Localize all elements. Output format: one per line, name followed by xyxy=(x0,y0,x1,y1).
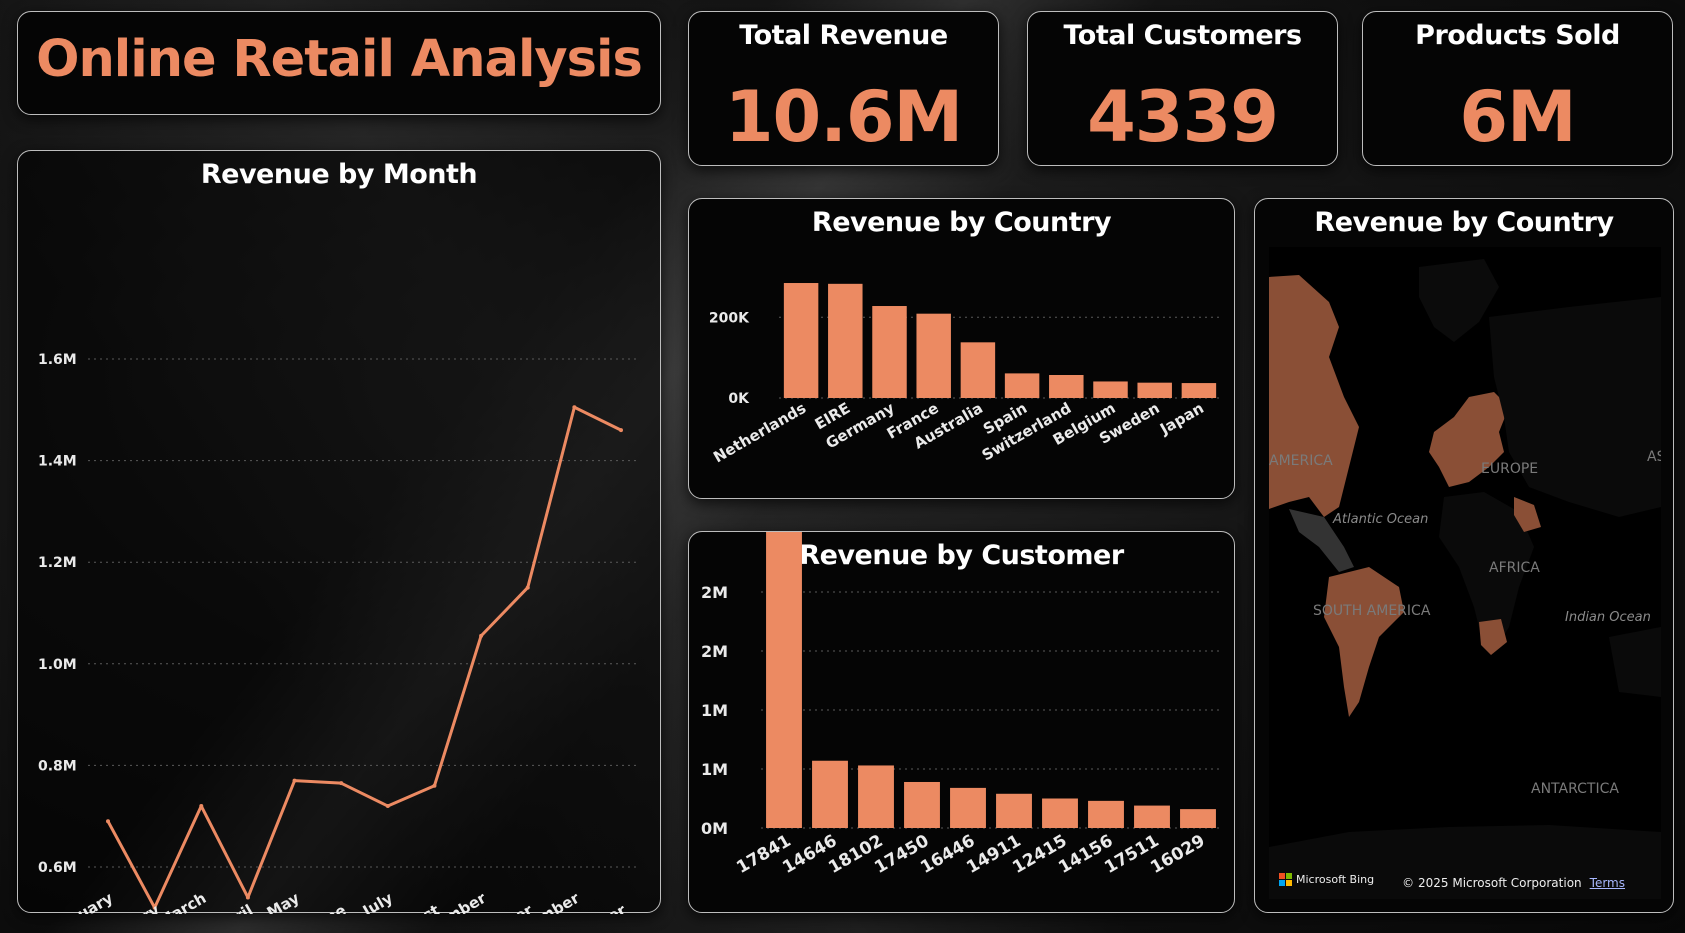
customer-bar xyxy=(1042,798,1078,828)
page-title: Online Retail Analysis xyxy=(36,30,643,89)
world-map[interactable]: AMERICA EUROPE AS AFRICA SOUTH AMERICA A… xyxy=(1269,247,1661,899)
y-tick-label: 1.0M xyxy=(38,657,77,673)
map-label-asia: AS xyxy=(1647,449,1661,465)
x-tick-label: September xyxy=(400,889,490,914)
x-tick-label: Netherlands xyxy=(710,399,809,467)
y-tick-label: 0.8M xyxy=(38,758,77,774)
kpi-value-total-customers: 4339 xyxy=(1087,76,1279,158)
revenue-by-month-chart[interactable]: 0.6M0.8M1.0M1.2M1.4M1.6MJanuaryFebruaryM… xyxy=(18,151,662,914)
map-label-africa: AFRICA xyxy=(1489,560,1540,576)
customer-bar xyxy=(1088,800,1124,828)
country-bar xyxy=(1093,381,1128,398)
y-tick-label: 1M xyxy=(701,760,728,779)
x-tick-label: Japan xyxy=(1156,399,1207,439)
map-title: Revenue by Country xyxy=(1314,207,1614,238)
revenue-by-month-card[interactable]: Revenue by Month 0.6M 0.8M 1.0M 1.2M 1.4M 1.6… xyxy=(17,150,662,914)
map-label-europe: EUROPE xyxy=(1481,461,1538,477)
y-tick-label: 2M xyxy=(701,583,728,602)
data-point xyxy=(525,585,530,590)
kpi-label-products-sold: Products Sold xyxy=(1415,20,1620,51)
data-point xyxy=(199,804,204,809)
country-bar xyxy=(960,342,996,398)
data-point xyxy=(572,405,577,410)
kpi-label-total-revenue: Total Revenue xyxy=(739,20,948,51)
y-tick-label: 2M xyxy=(701,642,728,661)
data-point xyxy=(292,778,297,783)
country-bar xyxy=(1004,373,1040,398)
data-point xyxy=(385,804,390,809)
kpi-value-total-revenue: 10.6M xyxy=(724,76,963,158)
map-label-indian: Indian Ocean xyxy=(1565,610,1651,625)
country-bar xyxy=(1181,383,1217,398)
customer-bar xyxy=(1134,805,1170,828)
revenue-by-country-card[interactable]: Revenue by Country 0K 200K Netherlands EIRE… xyxy=(688,198,1235,499)
kpi-label-total-customers: Total Customers xyxy=(1063,20,1302,51)
kpi-card-total-customers[interactable]: Total Customers 4339 xyxy=(1027,11,1338,166)
country-bar xyxy=(828,283,863,398)
microsoft-logo-icon xyxy=(1279,873,1292,886)
y-tick-label: 0K xyxy=(728,391,750,407)
data-point xyxy=(479,633,484,638)
revenue-by-customer-chart[interactable]: 0M1M1M2M2M178411464618102174501644614911… xyxy=(689,532,1236,914)
y-tick-label: 1.2M xyxy=(38,555,77,571)
country-bar xyxy=(872,306,907,398)
x-tick-label: June xyxy=(307,901,349,914)
title-card: Online Retail Analysis xyxy=(17,11,661,115)
data-point xyxy=(432,783,437,788)
map-label-antarctica: ANTARCTICA xyxy=(1531,781,1619,797)
data-point xyxy=(619,428,623,433)
bing-label: Microsoft Bing xyxy=(1296,873,1375,886)
customer-bar xyxy=(1180,809,1216,828)
x-tick-label: January xyxy=(50,889,116,914)
y-tick-label: 1.4M xyxy=(38,454,77,470)
customer-bar xyxy=(858,765,894,828)
map-copyright: © 2025 Microsoft Corporation Terms xyxy=(1402,876,1625,890)
country-bar xyxy=(916,313,951,398)
y-tick-label: 0M xyxy=(701,819,728,838)
x-tick-label: March xyxy=(155,889,209,914)
terms-link[interactable]: Terms xyxy=(1590,876,1625,890)
customer-bar xyxy=(812,760,848,828)
country-bar xyxy=(783,283,819,398)
revenue-line xyxy=(106,405,622,910)
customer-bar xyxy=(996,793,1032,828)
data-point xyxy=(245,895,250,900)
map-label-america: AMERICA xyxy=(1269,453,1333,469)
x-tick-label: May xyxy=(264,889,303,914)
x-tick-label: July xyxy=(359,889,396,914)
data-point xyxy=(106,819,110,824)
revenue-by-country-chart[interactable]: 0K200KNetherlands EIREGermanyFranceAustra… xyxy=(689,199,1236,500)
kpi-card-total-revenue[interactable]: Total Revenue 10.6M xyxy=(688,11,999,166)
data-point xyxy=(339,781,344,786)
kpi-card-products-sold[interactable]: Products Sold 6M xyxy=(1362,11,1673,166)
revenue-by-customer-card[interactable]: Revenue by Customer 0M 1M 1M 2M 2M 17841 14646… xyxy=(688,531,1235,913)
y-tick-label: 1.6M xyxy=(38,352,77,368)
customer-bar xyxy=(904,781,940,828)
copyright-text: © 2025 Microsoft Corporation xyxy=(1402,876,1582,890)
y-tick-label: 1M xyxy=(701,701,728,720)
map-label-atlantic: Atlantic Ocean xyxy=(1332,512,1428,527)
x-tick-label: April xyxy=(212,901,256,914)
country-bar xyxy=(1137,382,1172,398)
y-tick-label: 0.6M xyxy=(38,860,77,876)
customer-bar xyxy=(950,787,986,828)
bing-attribution[interactable]: Microsoft Bing xyxy=(1279,873,1374,886)
kpi-value-products-sold: 6M xyxy=(1459,76,1576,158)
y-tick-label: 200K xyxy=(709,310,750,326)
revenue-by-country-map-card[interactable]: Revenue by Country AMERICA EUROPE AS AFR… xyxy=(1254,198,1674,913)
customer-bar xyxy=(766,532,802,828)
country-bar xyxy=(1049,375,1084,398)
map-label-south-america: SOUTH AMERICA xyxy=(1313,603,1431,619)
